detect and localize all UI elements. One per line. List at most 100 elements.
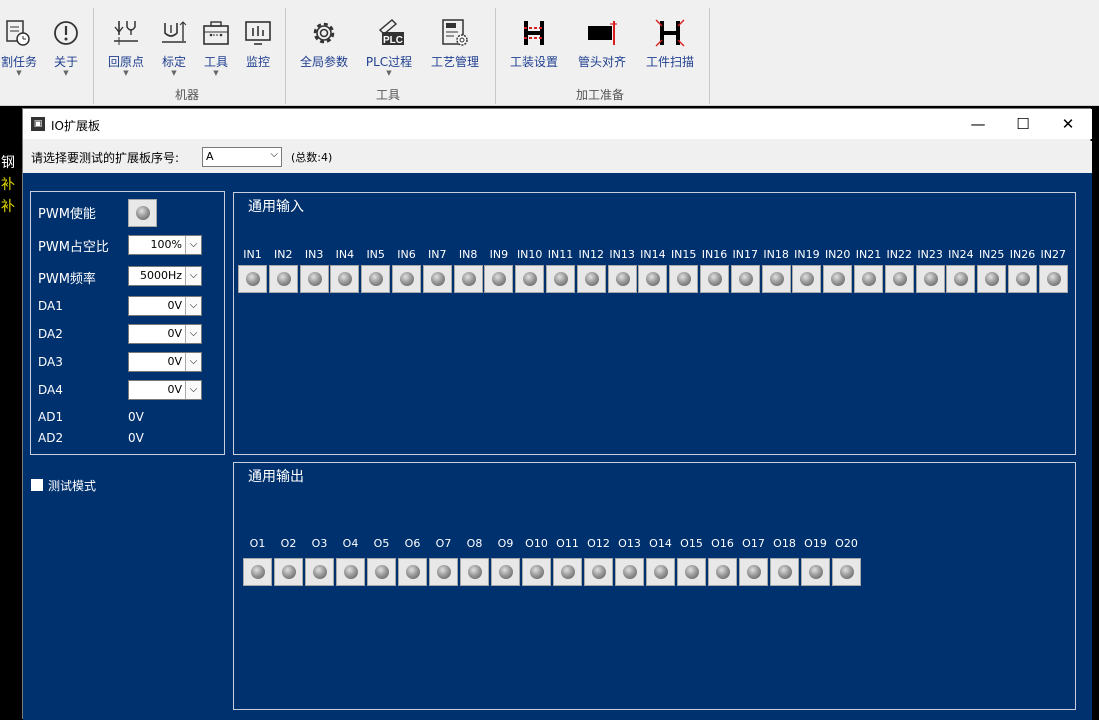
ad1-label: AD1 — [38, 410, 64, 424]
output-led[interactable] — [243, 558, 272, 586]
calibrate-button[interactable]: 标定 ▼ — [158, 18, 190, 88]
input-led[interactable] — [823, 265, 853, 293]
maximize-button[interactable]: ☐ — [1000, 109, 1046, 139]
monitor-button[interactable]: 监控 — [242, 18, 274, 88]
input-led[interactable] — [392, 265, 421, 293]
global-params-button[interactable]: 全局参数 — [296, 18, 352, 88]
input-label: IN6 — [397, 248, 416, 261]
input-label: IN23 — [917, 248, 943, 261]
input-led[interactable] — [268, 265, 298, 293]
pipe-align-button[interactable]: 管头对齐 — [574, 18, 630, 88]
output-label: O12 — [587, 537, 610, 550]
input-led[interactable] — [854, 265, 883, 293]
title-bar[interactable]: ▣ IO扩展板 — ☐ ✕ — [23, 109, 1092, 139]
output-led[interactable] — [770, 558, 799, 586]
output-led[interactable] — [615, 558, 644, 586]
minimize-button[interactable]: — — [955, 109, 1001, 139]
output-led[interactable] — [367, 558, 396, 586]
output-label: O9 — [497, 537, 514, 550]
close-button[interactable]: ✕ — [1045, 109, 1091, 139]
input-led[interactable] — [299, 265, 329, 293]
output-led[interactable] — [460, 558, 489, 586]
dialog-title: IO扩展板 — [51, 119, 100, 133]
output-label: O20 — [835, 537, 858, 550]
chevron-down-icon: ⌵ — [270, 149, 278, 160]
input-led[interactable] — [946, 265, 976, 293]
chevron-down-icon: ▼ — [171, 69, 177, 77]
output-led[interactable] — [491, 558, 520, 586]
output-led[interactable] — [274, 558, 303, 586]
output-led[interactable] — [801, 558, 830, 586]
output-led[interactable] — [739, 558, 768, 586]
output-led[interactable] — [646, 558, 675, 586]
chevron-down-icon: ▼ — [16, 69, 22, 77]
pipe-align-icon — [574, 18, 630, 48]
input-led[interactable] — [884, 265, 914, 293]
output-panel-title: 通用输出 — [248, 469, 304, 485]
da2-select[interactable]: 0V ⌵ — [128, 324, 202, 344]
output-label: O3 — [311, 537, 328, 550]
chevron-down-icon: ▼ — [123, 69, 129, 77]
home-button[interactable]: 回原点 ▼ — [104, 18, 148, 88]
input-led[interactable] — [238, 265, 267, 293]
output-led[interactable] — [708, 558, 737, 586]
about-button[interactable]: 关于 ▼ — [49, 18, 83, 88]
chevron-down-icon: ⌵ — [185, 236, 201, 254]
input-led[interactable] — [515, 265, 545, 293]
input-led[interactable] — [607, 265, 637, 293]
input-led[interactable] — [361, 265, 391, 293]
input-label: IN15 — [670, 248, 697, 261]
board-select[interactable]: A ⌵ — [202, 147, 282, 167]
da3-select[interactable]: 0V ⌵ — [128, 352, 202, 372]
input-led[interactable] — [700, 265, 729, 293]
input-led[interactable] — [669, 265, 699, 293]
tools-label: 工具 — [203, 55, 228, 69]
input-led[interactable] — [546, 265, 575, 293]
output-panel: 通用输出 O1 O2 O3 O4 O5 O6 O7 O8 O9 O10 O11 O12 O13 O14 O1… — [233, 462, 1076, 710]
output-led[interactable] — [398, 558, 427, 586]
pwm-enable-led[interactable] — [128, 199, 157, 227]
fixture-setting-button[interactable]: 工装设置 — [506, 18, 562, 88]
test-mode-checkbox[interactable] — [31, 479, 43, 491]
da4-select[interactable]: 0V ⌵ — [128, 380, 202, 400]
input-led[interactable] — [1008, 265, 1037, 293]
task-button[interactable]: 割任务 ▼ — [0, 18, 40, 88]
workpiece-scan-button[interactable]: 工件扫描 — [642, 18, 698, 88]
input-led[interactable] — [422, 265, 452, 293]
da3-label: DA3 — [38, 355, 63, 369]
toolbox-icon — [200, 18, 232, 48]
output-led[interactable] — [522, 558, 551, 586]
input-panel: 通用输入 IN1 IN2 IN3 IN4 IN5 IN6 IN7 IN8 IN9 IN10 IN11… — [233, 192, 1076, 455]
input-label: IN13 — [609, 248, 635, 261]
input-led[interactable] — [1038, 265, 1068, 293]
ribbon-toolbar: 割任务 ▼ 关于 ▼ 回原点 ▼ 标定 ▼ 工具 ▼ 监控 全局参数 PLC P… — [0, 0, 1099, 106]
output-led[interactable] — [336, 558, 365, 586]
output-led[interactable] — [553, 558, 582, 586]
input-led[interactable] — [792, 265, 822, 293]
input-led[interactable] — [638, 265, 668, 293]
output-led[interactable] — [429, 558, 458, 586]
craft-manage-button[interactable]: 工艺管理 — [427, 18, 483, 88]
input-led[interactable] — [761, 265, 791, 293]
input-led[interactable] — [484, 265, 514, 293]
ad2-label: AD2 — [38, 431, 64, 445]
output-label: O6 — [404, 537, 421, 550]
strip-text: 钢 — [1, 155, 15, 171]
input-led[interactable] — [730, 265, 760, 293]
pwm-duty-select[interactable]: 100% ⌵ — [128, 235, 202, 255]
plc-process-button[interactable]: PLC PLC过程 ▼ — [363, 18, 415, 88]
tools-button[interactable]: 工具 ▼ — [200, 18, 232, 88]
input-led[interactable] — [453, 265, 483, 293]
output-led[interactable] — [832, 558, 861, 586]
output-led[interactable] — [677, 558, 706, 586]
board-select-label: 请选择要测试的扩展板序号: — [31, 151, 180, 165]
input-led[interactable] — [330, 265, 360, 293]
output-led[interactable] — [584, 558, 613, 586]
da1-select[interactable]: 0V ⌵ — [128, 296, 202, 316]
output-led[interactable] — [305, 558, 334, 586]
pwm-freq-select[interactable]: 5000Hz ⌵ — [128, 266, 202, 286]
input-led[interactable] — [977, 265, 1007, 293]
input-led[interactable] — [915, 265, 945, 293]
input-led[interactable] — [576, 265, 606, 293]
board-total: (总数:4) — [291, 151, 333, 164]
